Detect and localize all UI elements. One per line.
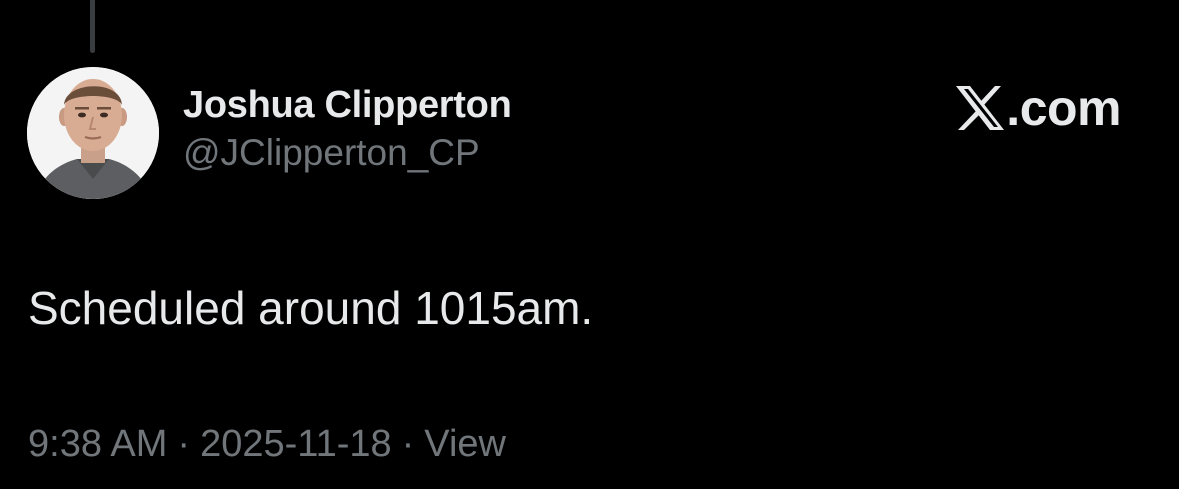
- thread-connector-line: [90, 0, 95, 53]
- post-time[interactable]: 9:38 AM: [28, 423, 167, 465]
- author-handle[interactable]: @JClipperton_CP: [183, 130, 511, 176]
- x-logo-icon: [955, 85, 1005, 131]
- meta-separator: ·: [177, 423, 191, 465]
- post-date[interactable]: 2025-11-18: [200, 423, 392, 465]
- post-text: Scheduled around 1015am.: [28, 282, 594, 334]
- brand-domain-text: .com: [1006, 80, 1121, 136]
- avatar-photo: [27, 67, 159, 199]
- view-link[interactable]: View: [424, 423, 506, 465]
- avatar[interactable]: [27, 67, 159, 199]
- x-com-brand: .com: [955, 80, 1121, 136]
- author-block[interactable]: Joshua Clipperton @JClipperton_CP: [183, 82, 512, 176]
- meta-separator: ·: [401, 423, 415, 465]
- author-display-name[interactable]: Joshua Clipperton: [183, 82, 512, 128]
- post-metadata: 9:38 AM · 2025-11-18 · View: [28, 420, 506, 468]
